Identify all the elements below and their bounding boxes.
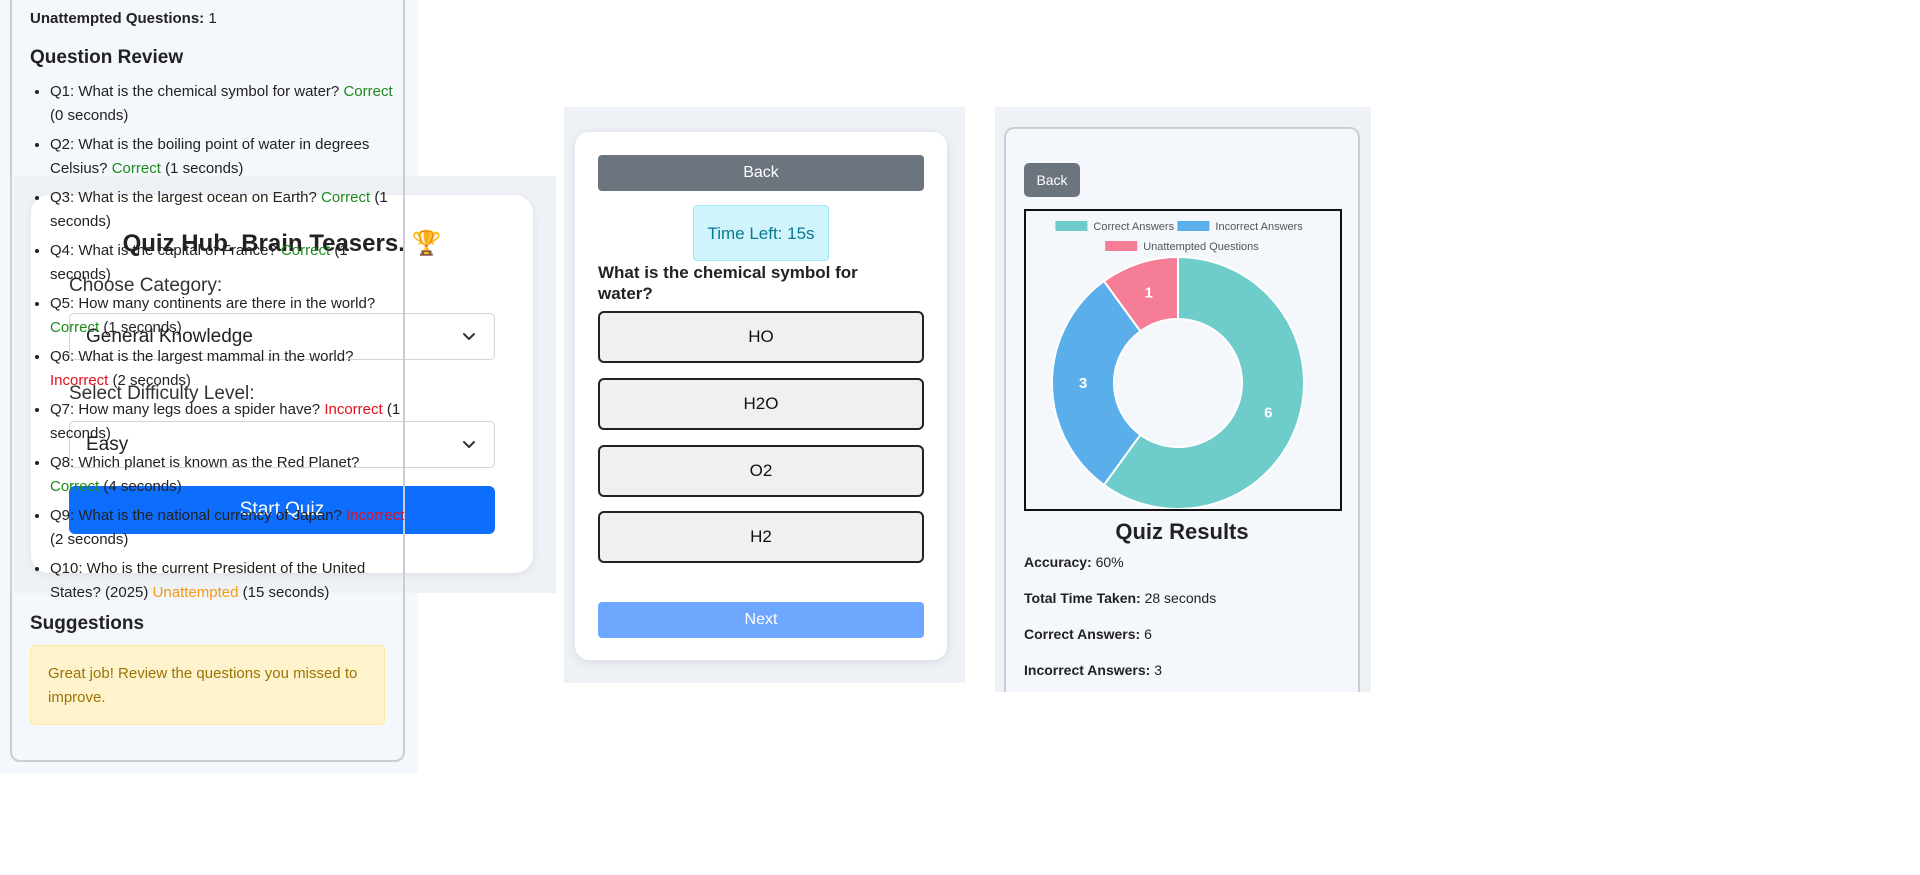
unattempted-value: 1 (208, 10, 217, 27)
review-status: Correct (50, 478, 100, 495)
stat-value: 6 (1144, 626, 1152, 642)
review-item: Q6: What is the largest mammal in the wo… (50, 345, 410, 393)
trophy-icon: 🏆 (411, 230, 442, 257)
suggestion-alert: Great job! Review the questions you miss… (30, 645, 385, 725)
stat-accuracy: Accuracy: 60% (1024, 554, 1124, 570)
review-question: Q1: What is the chemical symbol for wate… (50, 83, 340, 100)
review-question: Q3: What is the largest ocean on Earth? (50, 189, 317, 206)
review-panel: Unattempted Questions: 1 Question Review… (0, 0, 418, 773)
legend-item[interactable]: Incorrect Answers (1177, 221, 1303, 233)
review-status: Incorrect (324, 401, 383, 418)
results-card: Back Correct Answers Incorrect Answers Una… (1004, 127, 1360, 692)
legend-label: Unattempted Questions (1143, 241, 1259, 253)
chevron-down-icon (463, 441, 475, 448)
question-card: Back Time Left: 15s What is the chemical… (575, 132, 947, 660)
review-time: (1 seconds) (165, 160, 244, 177)
chevron-down-icon (463, 333, 475, 340)
review-item: Q5: How many continents are there in the… (50, 292, 410, 340)
legend-label: Correct Answers (1093, 221, 1174, 233)
doughnut-chart: Correct Answers Incorrect Answers Unattemp… (1051, 221, 1305, 510)
next-button[interactable]: Next (598, 602, 924, 638)
slice-value-label: 1 (1144, 285, 1152, 302)
stat-value: 3 (1154, 662, 1162, 678)
review-item: Q10: Who is the current President of the… (50, 557, 410, 605)
stat-value: 28 seconds (1144, 590, 1217, 606)
answer-option[interactable]: H2 (598, 511, 924, 563)
question-text: What is the chemical symbol for water? (598, 263, 858, 303)
back-button[interactable]: Back (598, 155, 924, 191)
unattempted-summary: Unattempted Questions: 1 (30, 10, 217, 27)
stat-correct: Correct Answers: 6 (1024, 626, 1152, 642)
stat-label: Incorrect Answers: (1024, 662, 1151, 678)
question-review-title: Question Review (30, 47, 184, 68)
review-status: Correct (111, 160, 161, 177)
answer-option[interactable]: H2O (598, 378, 924, 430)
review-question: Q6: What is the largest mammal in the wo… (50, 348, 354, 365)
review-time: (4 seconds) (103, 478, 182, 495)
slice-value-label: 3 (1079, 375, 1087, 392)
stat-label: Correct Answers: (1024, 626, 1141, 642)
review-question: Q9: What is the national currency of Jap… (50, 507, 342, 524)
suggestions-title: Suggestions (30, 613, 145, 634)
legend-swatch (1177, 221, 1210, 231)
review-time: (15 seconds) (242, 584, 330, 601)
question-review-list: Q1: What is the chemical symbol for wate… (30, 80, 410, 610)
review-time: (0 seconds) (50, 107, 129, 124)
review-item: Q8: Which planet is known as the Red Pla… (50, 451, 410, 499)
review-question: Q7: How many legs does a spider have? (50, 401, 321, 418)
review-item: Q1: What is the chemical symbol for wate… (50, 80, 410, 128)
results-title: Quiz Results (1115, 519, 1249, 544)
question-panel: Back Time Left: 15s What is the chemical… (564, 107, 965, 683)
review-status: Unattempted (152, 584, 239, 601)
review-status: Incorrect (346, 507, 405, 524)
review-time: (2 seconds) (50, 531, 129, 548)
review-question: Q8: Which planet is known as the Red Pla… (50, 454, 360, 471)
results-panel: Back Correct Answers Incorrect Answers Una… (995, 107, 1371, 692)
stat-label: Total Time Taken: (1024, 590, 1141, 606)
stat-label: Accuracy: (1024, 554, 1092, 570)
answer-option[interactable]: O2 (598, 445, 924, 497)
back-button[interactable]: Back (1024, 163, 1080, 197)
legend-item[interactable]: Correct Answers (1055, 221, 1175, 233)
answer-option[interactable]: HO (598, 311, 924, 363)
legend-item[interactable]: Unattempted Questions (1105, 241, 1259, 253)
legend-swatch (1105, 241, 1138, 251)
review-item: Q3: What is the largest ocean on Earth? … (50, 186, 410, 234)
unattempted-label: Unattempted Questions: (30, 10, 205, 27)
review-time: (1 seconds) (103, 319, 182, 336)
review-item: Q4: What is the capital of France? Corre… (50, 239, 410, 287)
stat-total-time: Total Time Taken: 28 seconds (1024, 590, 1216, 606)
results-chart: Correct Answers Incorrect Answers Unattemp… (1024, 209, 1342, 511)
stat-incorrect: Incorrect Answers: 3 (1024, 662, 1162, 678)
slice-value-label: 6 (1264, 404, 1272, 421)
review-item: Q9: What is the national currency of Jap… (50, 504, 410, 552)
legend-label: Incorrect Answers (1215, 221, 1303, 233)
review-status: Correct (343, 83, 393, 100)
review-status: Correct (50, 319, 100, 336)
review-status: Correct (280, 242, 331, 259)
review-item: Q7: How many legs does a spider have? In… (50, 398, 410, 446)
review-question: Q5: How many continents are there in the… (50, 295, 376, 312)
review-question: Q4: What is the capital of France? (50, 242, 277, 259)
review-time: (2 seconds) (112, 372, 191, 389)
review-item: Q2: What is the boiling point of water i… (50, 133, 410, 181)
review-status: Correct (321, 189, 371, 206)
stat-value: 60% (1095, 554, 1124, 570)
review-status: Incorrect (50, 372, 109, 389)
timer-badge: Time Left: 15s (693, 205, 829, 261)
legend-swatch (1055, 221, 1088, 231)
